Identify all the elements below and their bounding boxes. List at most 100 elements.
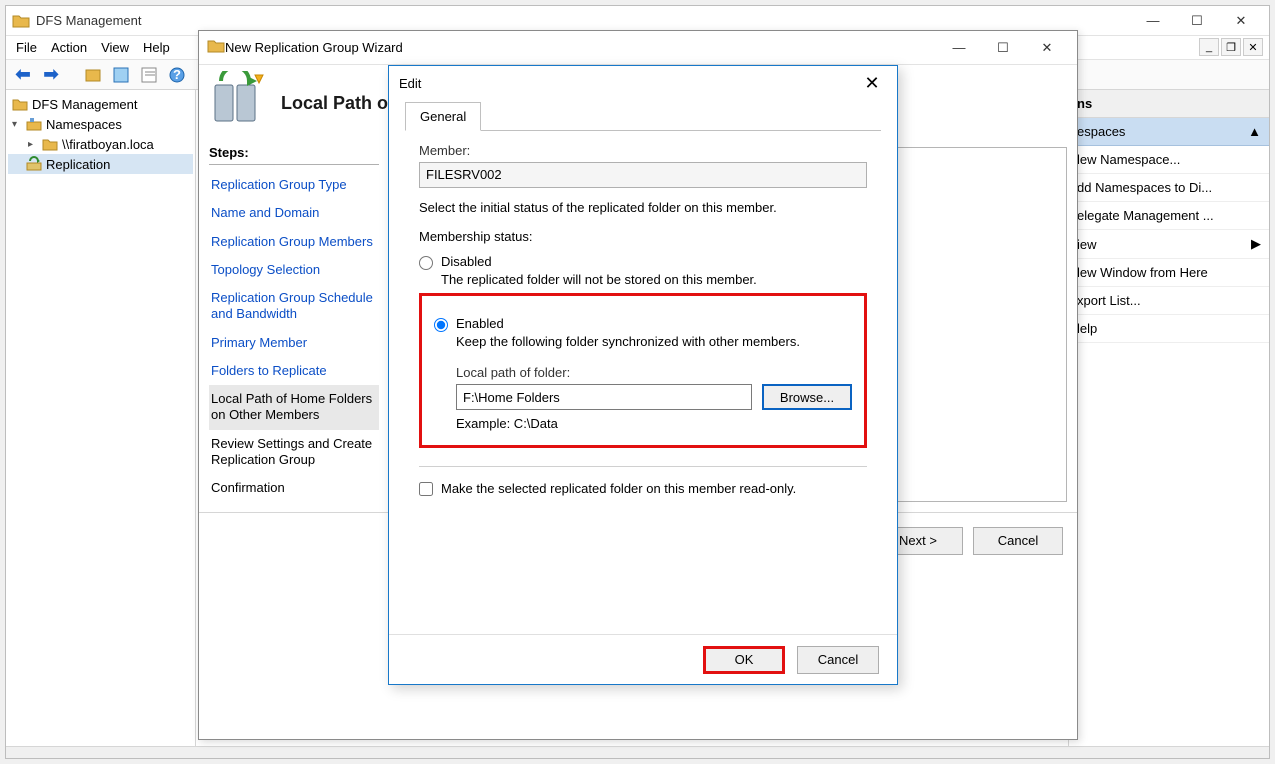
mdi-window-controls: _ ❐ ✕ [1199, 38, 1263, 56]
browse-button[interactable]: Browse... [762, 384, 852, 410]
enabled-description: Keep the following folder synchronized w… [456, 334, 852, 349]
tree-root-label: DFS Management [32, 97, 138, 112]
member-field: FILESRV002 [419, 162, 867, 188]
instruction-text: Select the initial status of the replica… [419, 200, 867, 215]
step-schedule-bandwidth[interactable]: Replication Group Schedule and Bandwidth [209, 284, 379, 329]
step-local-path[interactable]: Local Path of Home Folders on Other Memb… [209, 385, 379, 430]
actions-section[interactable]: espaces ▲ [1069, 118, 1269, 146]
wizard-window-controls: — ☐ ✕ [937, 34, 1069, 62]
tree-namespaces-label: Namespaces [46, 117, 122, 132]
readonly-checkbox[interactable] [419, 482, 433, 496]
actions-panel: ns espaces ▲ lew Namespace... dd Namespa… [1069, 90, 1269, 746]
tree-replication-label: Replication [46, 157, 110, 172]
edit-cancel-button[interactable]: Cancel [797, 646, 879, 674]
help-icon[interactable]: ? [166, 64, 188, 86]
path-row: Browse... [456, 384, 852, 410]
member-label: Member: [419, 143, 867, 158]
tab-general[interactable]: General [405, 102, 481, 131]
wizard-cancel-button[interactable]: Cancel [973, 527, 1063, 555]
replication-icon [26, 156, 42, 172]
toolbar-icon-3[interactable] [138, 64, 160, 86]
chevron-right-icon: ▶ [1251, 236, 1261, 252]
svg-text:?: ? [173, 67, 181, 82]
toolbar-icon-1[interactable] [82, 64, 104, 86]
minimize-button[interactable]: — [1131, 7, 1175, 35]
step-folders-replicate[interactable]: Folders to Replicate [209, 357, 379, 385]
radio-enabled-row[interactable]: Enabled [434, 316, 852, 332]
divider [419, 466, 867, 467]
edit-footer: OK Cancel [389, 634, 897, 684]
mdi-close[interactable]: ✕ [1243, 38, 1263, 56]
wizard-close[interactable]: ✕ [1025, 34, 1069, 62]
step-confirmation: Confirmation [209, 474, 379, 502]
wizard-minimize[interactable]: — [937, 34, 981, 62]
back-icon[interactable]: ⬅ [12, 64, 34, 86]
menu-file[interactable]: File [16, 40, 37, 55]
wizard-window-title: New Replication Group Wizard [225, 40, 937, 55]
step-name-domain[interactable]: Name and Domain [209, 199, 379, 227]
close-button[interactable]: ✕ [1219, 7, 1263, 35]
step-replication-group-type[interactable]: Replication Group Type [209, 171, 379, 199]
tree-namespace-item[interactable]: ▸ \\firatboyan.loca [8, 134, 193, 154]
tree-namespaces[interactable]: ▾ Namespaces [8, 114, 193, 134]
tree-root[interactable]: DFS Management [8, 94, 193, 114]
menu-view[interactable]: View [101, 40, 129, 55]
enabled-highlight-box: Enabled Keep the following folder synchr… [419, 293, 867, 448]
chevron-down-icon[interactable]: ▾ [12, 119, 24, 130]
readonly-label: Make the selected replicated folder on t… [441, 481, 796, 496]
readonly-row[interactable]: Make the selected replicated folder on t… [419, 481, 867, 496]
wizard-maximize[interactable]: ☐ [981, 34, 1025, 62]
action-help[interactable]: lelp [1069, 315, 1269, 343]
menu-help[interactable]: Help [143, 40, 170, 55]
action-export-list[interactable]: xport List... [1069, 287, 1269, 315]
main-window-title: DFS Management [36, 13, 1131, 28]
replication-wizard-icon [209, 71, 273, 135]
path-example: Example: C:\Data [456, 416, 852, 431]
forward-icon[interactable]: ➡ [40, 64, 62, 86]
steps-title: Steps: [209, 145, 379, 165]
path-label: Local path of folder: [456, 365, 852, 380]
edit-dialog: Edit ✕ General Member: FILESRV002 Select… [388, 65, 898, 685]
action-view[interactable]: iew▶ [1069, 230, 1269, 259]
radio-enabled-label: Enabled [456, 316, 504, 331]
ok-button[interactable]: OK [703, 646, 785, 674]
folder-icon [12, 96, 28, 112]
edit-titlebar: Edit ✕ [389, 66, 897, 100]
step-primary-member[interactable]: Primary Member [209, 329, 379, 357]
tree-replication[interactable]: Replication [8, 154, 193, 174]
disabled-description: The replicated folder will not be stored… [441, 272, 867, 287]
main-window-controls: — ☐ ✕ [1131, 7, 1263, 35]
radio-disabled[interactable] [419, 256, 433, 270]
chevron-right-icon[interactable]: ▸ [28, 139, 40, 150]
wizard-titlebar: New Replication Group Wizard — ☐ ✕ [199, 31, 1077, 65]
mdi-minimize[interactable]: _ [1199, 38, 1219, 56]
folder-icon [12, 12, 30, 30]
tab-strip: General [405, 102, 881, 131]
radio-enabled[interactable] [434, 318, 448, 332]
edit-body: General Member: FILESRV002 Select the in… [389, 100, 897, 634]
action-new-namespace[interactable]: lew Namespace... [1069, 146, 1269, 174]
local-path-input[interactable] [456, 384, 752, 410]
namespace-icon [26, 116, 42, 132]
edit-dialog-title: Edit [399, 76, 421, 91]
step-review: Review Settings and Create Replication G… [209, 430, 379, 475]
maximize-button[interactable]: ☐ [1175, 7, 1219, 35]
collapse-icon[interactable]: ▲ [1248, 124, 1261, 139]
server-folder-icon [42, 136, 58, 152]
tree-ns-item-label: \\firatboyan.loca [62, 137, 154, 152]
mdi-restore[interactable]: ❐ [1221, 38, 1241, 56]
menu-action[interactable]: Action [51, 40, 87, 55]
statusbar [6, 746, 1269, 758]
status-label: Membership status: [419, 229, 867, 244]
radio-disabled-row[interactable]: Disabled [419, 254, 867, 270]
action-new-window[interactable]: lew Window from Here [1069, 259, 1269, 287]
action-delegate-mgmt[interactable]: elegate Management ... [1069, 202, 1269, 230]
tree-panel: DFS Management ▾ Namespaces ▸ \\firatboy… [6, 90, 196, 746]
close-icon[interactable]: ✕ [857, 70, 887, 96]
step-group-members[interactable]: Replication Group Members [209, 228, 379, 256]
action-add-namespaces[interactable]: dd Namespaces to Di... [1069, 174, 1269, 202]
step-topology[interactable]: Topology Selection [209, 256, 379, 284]
toolbar-icon-2[interactable] [110, 64, 132, 86]
tab-content: Member: FILESRV002 Select the initial st… [405, 131, 881, 508]
radio-disabled-label: Disabled [441, 254, 492, 269]
